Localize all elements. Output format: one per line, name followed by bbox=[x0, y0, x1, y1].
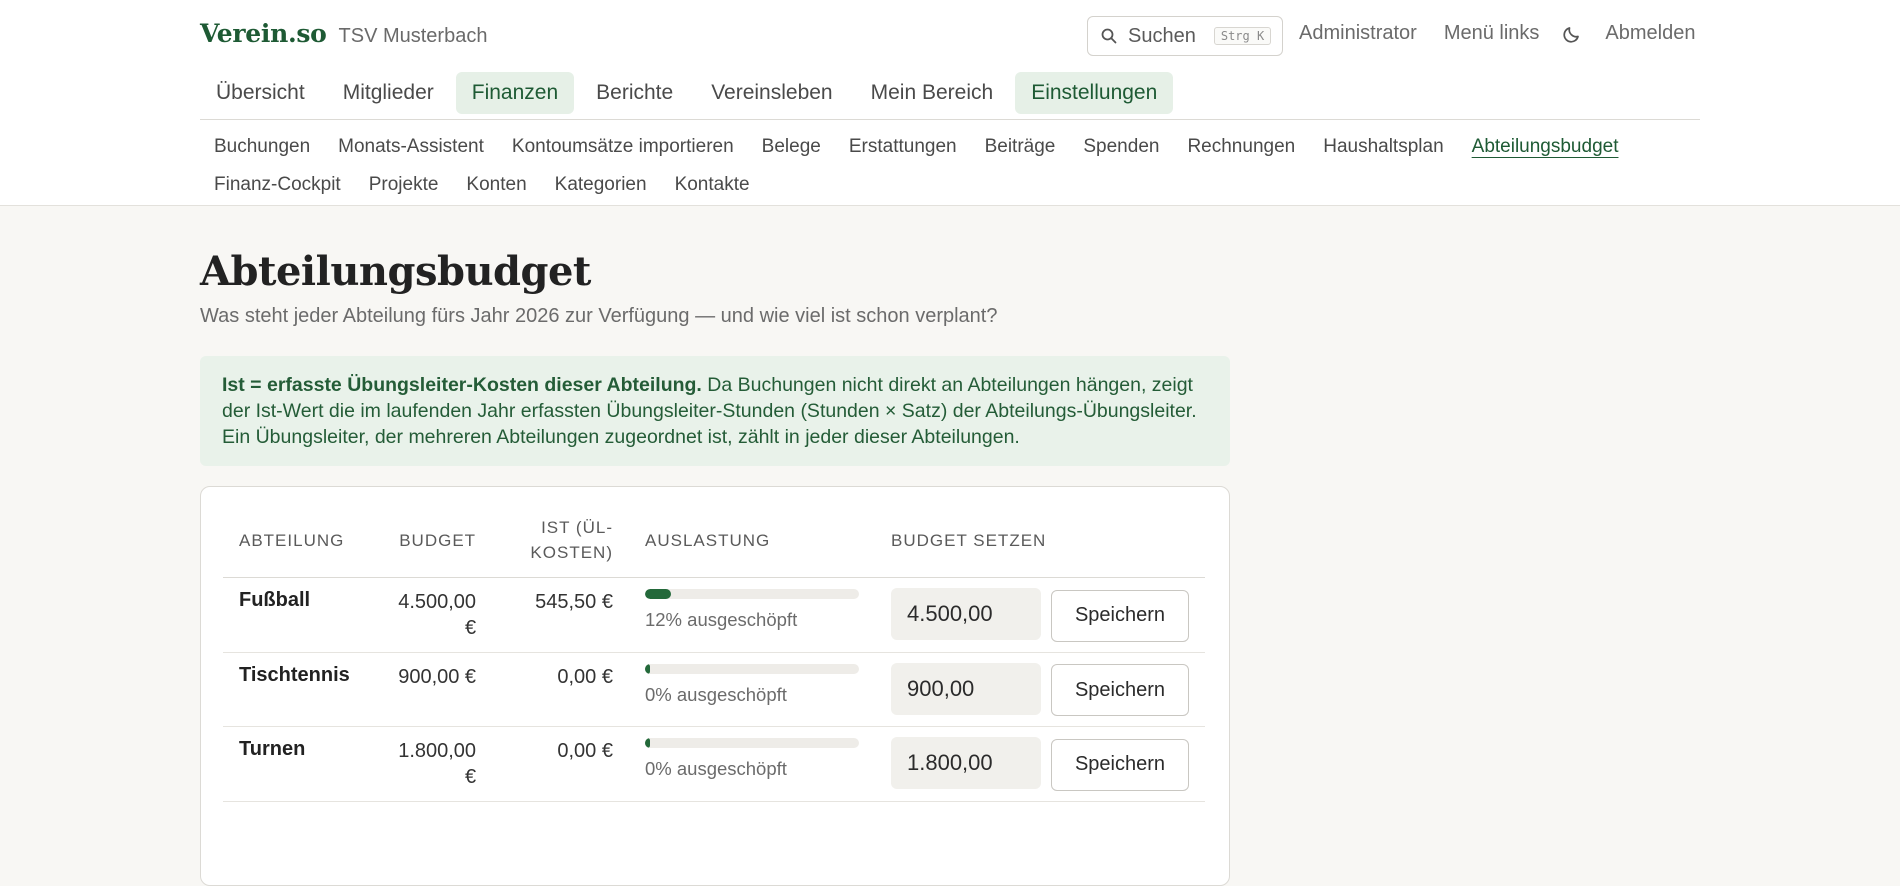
save-button[interactable]: Speichern bbox=[1051, 589, 1189, 642]
brand-logo[interactable]: Verein.so bbox=[200, 19, 327, 48]
col-header-dept: ABTEILUNG bbox=[239, 530, 345, 550]
table-row: Fußball 4.500,00 € 545,50 € 12% ausgesch… bbox=[223, 578, 1205, 653]
brand: Verein.so TSV Musterbach bbox=[200, 19, 487, 48]
subnav-spenden[interactable]: Spenden bbox=[1069, 136, 1173, 158]
util-bar bbox=[644, 663, 859, 674]
col-header-budget: BUDGET bbox=[399, 530, 477, 550]
subnav-kontoumsaetze[interactable]: Kontoumsätze importieren bbox=[498, 136, 748, 158]
save-button[interactable]: Speichern bbox=[1051, 664, 1189, 716]
tab-finanzen[interactable]: Finanzen bbox=[455, 72, 575, 114]
top-header: Verein.so TSV Musterbach Suchen Strg K A… bbox=[0, 0, 1900, 206]
subnav-rechnungen[interactable]: Rechnungen bbox=[1173, 136, 1309, 158]
logout-link[interactable]: Abmelden bbox=[1605, 22, 1695, 45]
finance-sub-nav: Buchungen Monats-Assistent Kontoumsätze … bbox=[200, 128, 1700, 204]
subnav-abteilungsbudget[interactable]: Abteilungsbudget bbox=[1458, 136, 1633, 158]
club-name: TSV Musterbach bbox=[338, 25, 488, 47]
actual-value: 0,00 € bbox=[557, 740, 613, 762]
util-text: 0% ausgeschöpft bbox=[644, 758, 787, 779]
budget-value: 1.800,00 € bbox=[398, 740, 477, 788]
tab-berichte[interactable]: Berichte bbox=[580, 72, 689, 114]
page-title: Abteilungsbudget bbox=[200, 248, 591, 295]
tab-einstellungen[interactable]: Einstellungen bbox=[1015, 72, 1174, 114]
dept-name: Fußball bbox=[239, 589, 311, 611]
info-box: Ist = erfasste Übungsleiter-Kosten diese… bbox=[200, 356, 1230, 466]
subnav-kontakte[interactable]: Kontakte bbox=[661, 174, 764, 196]
header-links: Administrator Menü links Abmelden bbox=[1299, 22, 1695, 45]
budget-value: 4.500,00 € bbox=[398, 591, 477, 639]
page-subtitle: Was steht jeder Abteilung fürs Jahr 2026… bbox=[200, 305, 998, 327]
util-cell: 0% ausgeschöpft bbox=[629, 652, 875, 727]
dept-name: Tischtennis bbox=[239, 663, 350, 686]
util-bar-fill bbox=[644, 663, 651, 674]
subnav-buchungen[interactable]: Buchungen bbox=[200, 136, 324, 158]
admin-link[interactable]: Administrator bbox=[1299, 22, 1417, 45]
subnav-kategorien[interactable]: Kategorien bbox=[541, 174, 661, 196]
search-button[interactable]: Suchen Strg K bbox=[1087, 16, 1283, 56]
subnav-belege[interactable]: Belege bbox=[748, 136, 835, 158]
subnav-projekte[interactable]: Projekte bbox=[355, 174, 453, 196]
budget-input[interactable] bbox=[891, 588, 1041, 640]
budget-table: ABTEILUNG BUDGET IST (ÜL-KOSTEN) AUSLAST… bbox=[223, 515, 1205, 802]
util-cell: 12% ausgeschöpft bbox=[629, 578, 875, 653]
col-header-set-budget: BUDGET SETZEN bbox=[891, 530, 1047, 550]
dark-mode-moon-icon[interactable] bbox=[1561, 23, 1583, 45]
set-budget-cell: Speichern bbox=[875, 727, 1205, 802]
table-row: Tischtennis 900,00 € 0,00 € 0% ausgeschö… bbox=[223, 652, 1205, 727]
search-label: Suchen bbox=[1128, 24, 1196, 47]
dept-name: Turnen bbox=[239, 738, 306, 760]
search-shortcut: Strg K bbox=[1213, 27, 1272, 45]
save-button[interactable]: Speichern bbox=[1051, 738, 1189, 791]
util-bar bbox=[644, 738, 859, 748]
sub-nav-row: Finanz-Cockpit Projekte Konten Kategorie… bbox=[200, 166, 1700, 204]
budget-value: 900,00 € bbox=[398, 665, 477, 688]
table-row: Turnen 1.800,00 € 0,00 € 0% ausgeschöpft… bbox=[223, 727, 1205, 802]
subnav-erstattungen[interactable]: Erstattungen bbox=[835, 136, 971, 158]
col-header-actual: IST (ÜL-KOSTEN) bbox=[530, 518, 613, 562]
subnav-beitraege[interactable]: Beiträge bbox=[971, 136, 1070, 158]
tab-mitglieder[interactable]: Mitglieder bbox=[327, 72, 450, 114]
util-cell: 0% ausgeschöpft bbox=[629, 727, 875, 802]
budget-input[interactable] bbox=[891, 662, 1041, 715]
col-header-util: AUSLASTUNG bbox=[644, 530, 771, 550]
tab-vereinsleben[interactable]: Vereinsleben bbox=[695, 72, 848, 114]
budget-card: ABTEILUNG BUDGET IST (ÜL-KOSTEN) AUSLAST… bbox=[200, 486, 1230, 886]
table-header-row: ABTEILUNG BUDGET IST (ÜL-KOSTEN) AUSLAST… bbox=[223, 515, 1205, 578]
util-text: 0% ausgeschöpft bbox=[644, 683, 787, 705]
subnav-haushaltsplan[interactable]: Haushaltsplan bbox=[1309, 136, 1457, 158]
util-text: 12% ausgeschöpft bbox=[644, 609, 798, 630]
util-bar bbox=[644, 589, 859, 599]
actual-value: 0,00 € bbox=[557, 665, 613, 688]
util-bar-fill bbox=[644, 589, 671, 599]
search-icon bbox=[1100, 27, 1118, 45]
menu-position-link[interactable]: Menü links bbox=[1444, 22, 1540, 45]
main-nav: Übersicht Mitglieder Finanzen Berichte V… bbox=[200, 72, 1174, 114]
budget-input[interactable] bbox=[891, 737, 1041, 789]
actual-value: 545,50 € bbox=[535, 591, 613, 613]
subnav-konten[interactable]: Konten bbox=[452, 174, 540, 196]
subnav-monats-assistent[interactable]: Monats-Assistent bbox=[324, 136, 498, 158]
tab-mein-bereich[interactable]: Mein Bereich bbox=[855, 72, 1010, 114]
tab-uebersicht[interactable]: Übersicht bbox=[200, 72, 321, 114]
main-content: Abteilungsbudget Was steht jeder Abteilu… bbox=[200, 206, 1230, 886]
subnav-finanz-cockpit[interactable]: Finanz-Cockpit bbox=[200, 174, 355, 196]
util-bar-fill bbox=[644, 738, 651, 748]
sub-nav-row: Buchungen Monats-Assistent Kontoumsätze … bbox=[200, 128, 1700, 166]
info-bold-text: Ist = erfasste Übungsleiter-Kosten diese… bbox=[222, 374, 702, 396]
set-budget-cell: Speichern bbox=[875, 578, 1205, 653]
nav-divider bbox=[200, 119, 1700, 120]
set-budget-cell: Speichern bbox=[875, 652, 1205, 727]
